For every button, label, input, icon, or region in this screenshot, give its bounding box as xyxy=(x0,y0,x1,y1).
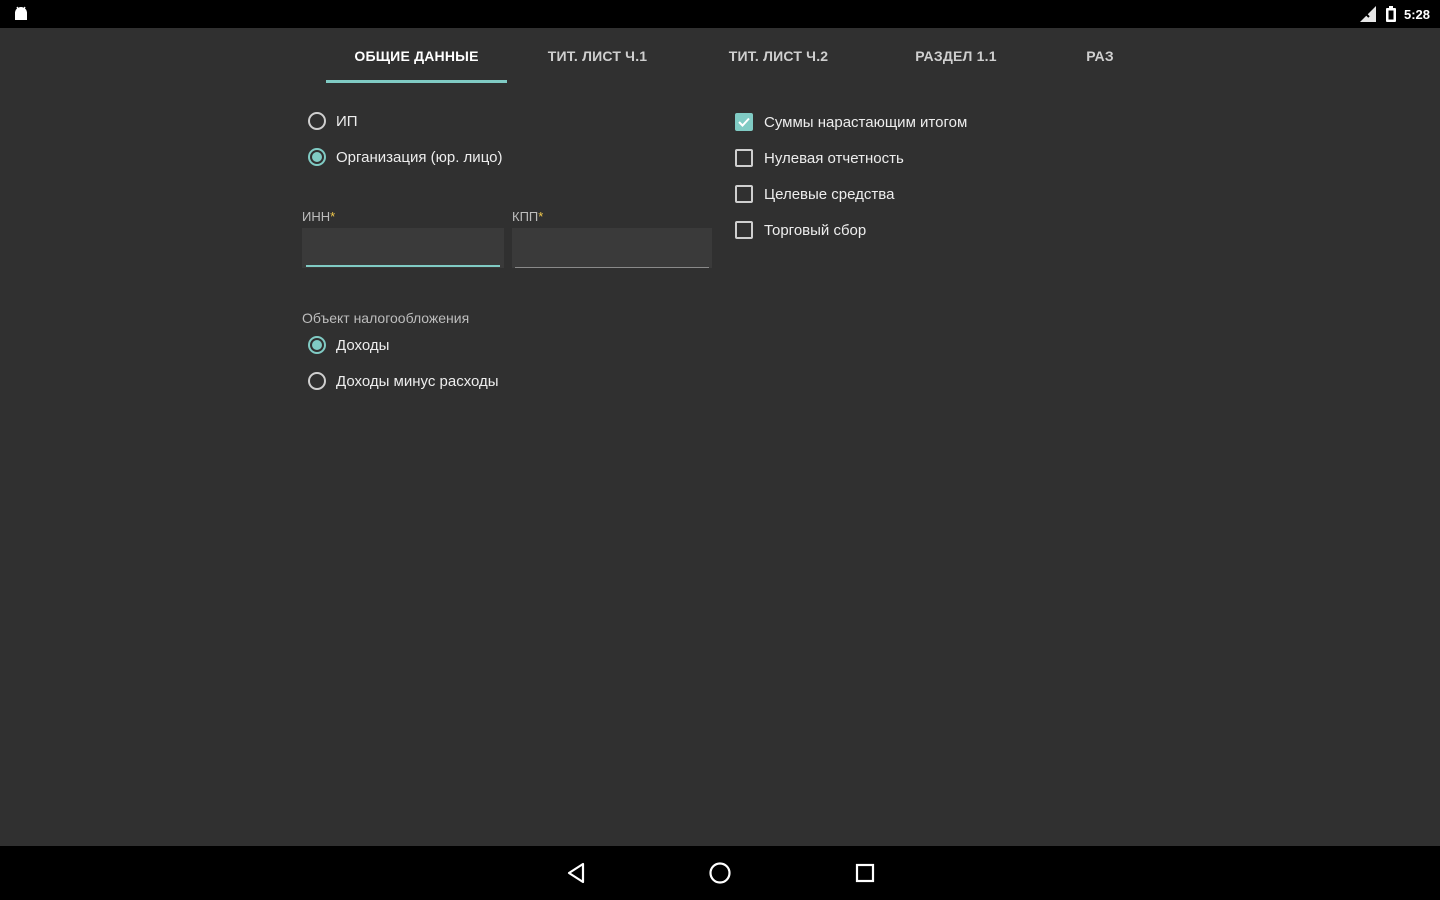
inn-required-mark: * xyxy=(330,209,336,224)
inn-label-text: ИНН xyxy=(302,209,331,224)
kpp-label-text: КПП xyxy=(512,209,539,224)
kpp-field-underline xyxy=(515,267,709,268)
navigation-bar xyxy=(0,846,1440,900)
tax-object-label: Объект налогообложения xyxy=(302,310,470,326)
radio-organization-label: Организация (юр. лицо) xyxy=(336,148,503,166)
radio-income-minus-expenses-label: Доходы минус расходы xyxy=(336,372,499,390)
checkbox-trade-fee-box[interactable] xyxy=(735,221,753,239)
checkbox-zero-report[interactable]: Нулевая отчетность xyxy=(735,149,904,167)
radio-ip-indicator[interactable] xyxy=(308,112,326,130)
radio-income-minus-expenses[interactable]: Доходы минус расходы xyxy=(308,372,499,390)
kpp-required-mark: * xyxy=(538,209,544,224)
checkbox-cumulative-totals[interactable]: Суммы нарастающим итогом xyxy=(735,113,967,131)
home-icon[interactable] xyxy=(707,860,733,886)
radio-ip[interactable]: ИП xyxy=(308,112,358,130)
tab-section-1-1[interactable]: РАЗДЕЛ 1.1 xyxy=(869,28,1043,84)
checkbox-cumulative-totals-label: Суммы нарастающим итогом xyxy=(764,113,968,131)
battery-icon xyxy=(1385,6,1396,22)
android-icon xyxy=(15,6,27,20)
kpp-label: КПП* xyxy=(512,209,543,224)
status-bar: 5:28 xyxy=(0,0,1440,28)
tab-title-page-2[interactable]: ТИТ. ЛИСТ Ч.2 xyxy=(688,28,869,84)
inn-field[interactable] xyxy=(302,228,504,268)
back-icon[interactable] xyxy=(564,860,590,886)
checkbox-targeted-funds[interactable]: Целевые средства xyxy=(735,185,894,203)
radio-organization[interactable]: Организация (юр. лицо) xyxy=(308,148,502,166)
signal-icon xyxy=(1359,6,1376,22)
radio-income-label: Доходы xyxy=(336,336,390,354)
checkbox-trade-fee-label: Торговый сбор xyxy=(764,221,867,239)
recents-icon[interactable] xyxy=(852,860,878,886)
inn-field-underline xyxy=(306,265,500,267)
radio-organization-indicator[interactable] xyxy=(308,148,326,166)
radio-income-minus-expenses-indicator[interactable] xyxy=(308,372,326,390)
checkbox-targeted-funds-box[interactable] xyxy=(735,185,753,203)
clock: 5:28 xyxy=(1403,6,1430,22)
checkbox-zero-report-label: Нулевая отчетность xyxy=(764,149,904,167)
checkbox-zero-report-box[interactable] xyxy=(735,149,753,167)
checkbox-trade-fee[interactable]: Торговый сбор xyxy=(735,221,866,239)
radio-income-indicator[interactable] xyxy=(308,336,326,354)
inn-label: ИНН* xyxy=(302,209,335,224)
checkbox-targeted-funds-label: Целевые средства xyxy=(764,185,895,203)
checkmark-icon xyxy=(738,117,750,127)
tab-general-data[interactable]: ОБЩИЕ ДАННЫЕ xyxy=(326,28,507,84)
tab-bar: ОБЩИЕ ДАННЫЕ ТИТ. ЛИСТ Ч.1 ТИТ. ЛИСТ Ч.2… xyxy=(0,28,1440,84)
checkbox-cumulative-totals-box[interactable] xyxy=(735,113,753,131)
kpp-field[interactable] xyxy=(512,228,712,268)
radio-income[interactable]: Доходы xyxy=(308,336,389,354)
radio-ip-label: ИП xyxy=(336,112,358,130)
tab-section-partial[interactable]: РАЗ xyxy=(1043,28,1157,84)
tab-title-page-1[interactable]: ТИТ. ЛИСТ Ч.1 xyxy=(507,28,688,84)
